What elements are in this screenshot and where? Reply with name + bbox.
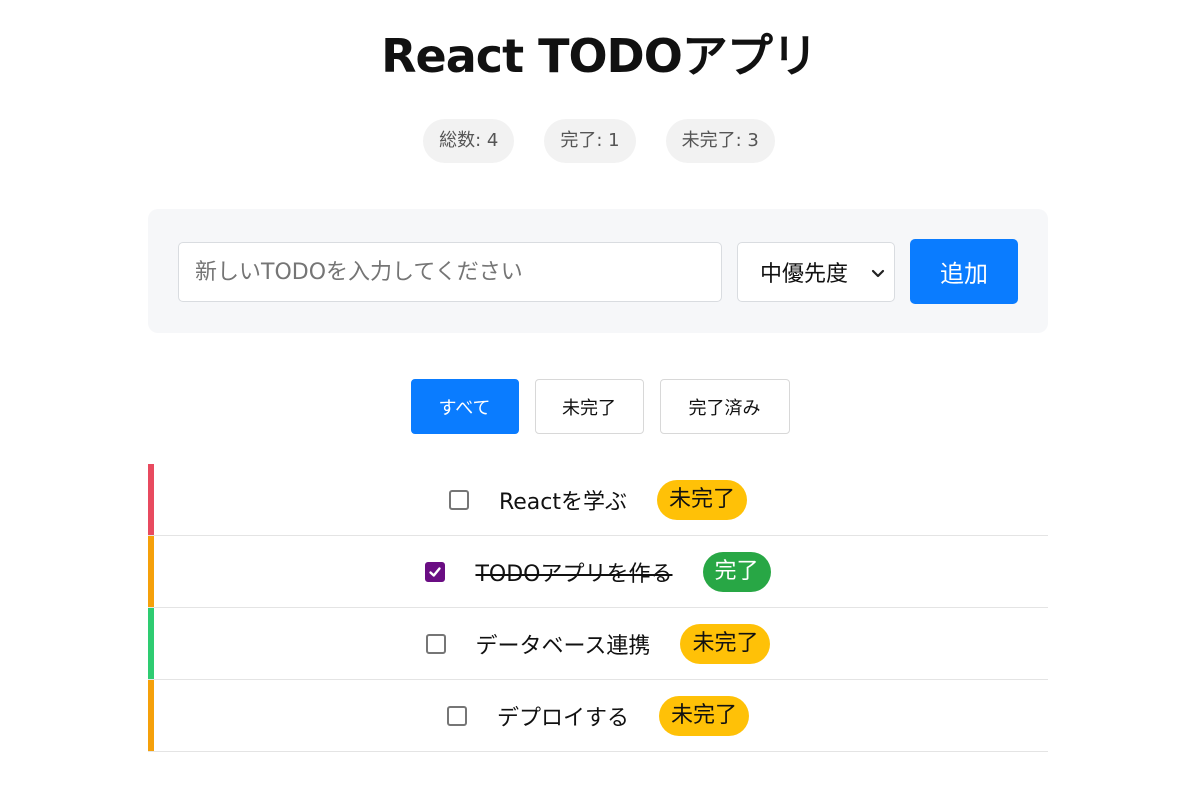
priority-select[interactable]: 中優先度	[737, 242, 895, 302]
stat-remaining: 未完了: 3	[665, 119, 775, 163]
todo-item: データベース連携 未完了	[148, 608, 1048, 680]
stat-total: 総数: 4	[423, 119, 515, 163]
priority-indicator	[148, 680, 154, 751]
stat-completed: 完了: 1	[544, 119, 636, 163]
todo-item: Reactを学ぶ 未完了	[148, 464, 1048, 536]
filter-bar: すべて 未完了 完了済み	[0, 379, 1198, 434]
check-icon	[429, 566, 442, 577]
todo-item: デプロイする 未完了	[148, 680, 1048, 752]
todo-checkbox[interactable]	[425, 561, 446, 582]
todo-checkbox[interactable]	[425, 633, 446, 654]
priority-indicator	[148, 464, 154, 535]
todo-text: データベース連携	[475, 633, 651, 659]
add-todo-form: 中優先度 追加	[148, 209, 1048, 333]
filter-completed-button[interactable]: 完了済み	[659, 379, 790, 434]
todo-item: TODOアプリを作る 完了	[148, 536, 1048, 608]
priority-select-value: 中優先度	[760, 262, 849, 287]
priority-indicator	[148, 536, 154, 607]
add-button[interactable]: 追加	[910, 239, 1018, 304]
status-badge: 完了	[702, 551, 771, 592]
filter-incomplete-button[interactable]: 未完了	[534, 379, 644, 434]
page-title: React TODOアプリ	[381, 29, 818, 83]
todo-text: TODOアプリを作る	[475, 561, 673, 587]
filter-all-button[interactable]: すべて	[410, 379, 519, 434]
status-badge: 未完了	[680, 623, 771, 664]
todo-checkbox[interactable]	[446, 705, 467, 726]
chevron-down-icon	[871, 269, 885, 278]
todo-checkbox[interactable]	[448, 489, 469, 510]
todo-text: Reactを学ぶ	[498, 489, 628, 515]
stats-bar: 総数: 4 完了: 1 未完了: 3	[0, 119, 1198, 163]
todo-input[interactable]	[178, 242, 722, 302]
status-badge: 未完了	[659, 695, 750, 736]
status-badge: 未完了	[657, 479, 748, 520]
priority-indicator	[148, 608, 154, 679]
todo-text: デプロイする	[496, 705, 629, 731]
todo-list: Reactを学ぶ 未完了 TODOアプリを作る 完了 データベース連携 未完了 …	[148, 464, 1048, 752]
